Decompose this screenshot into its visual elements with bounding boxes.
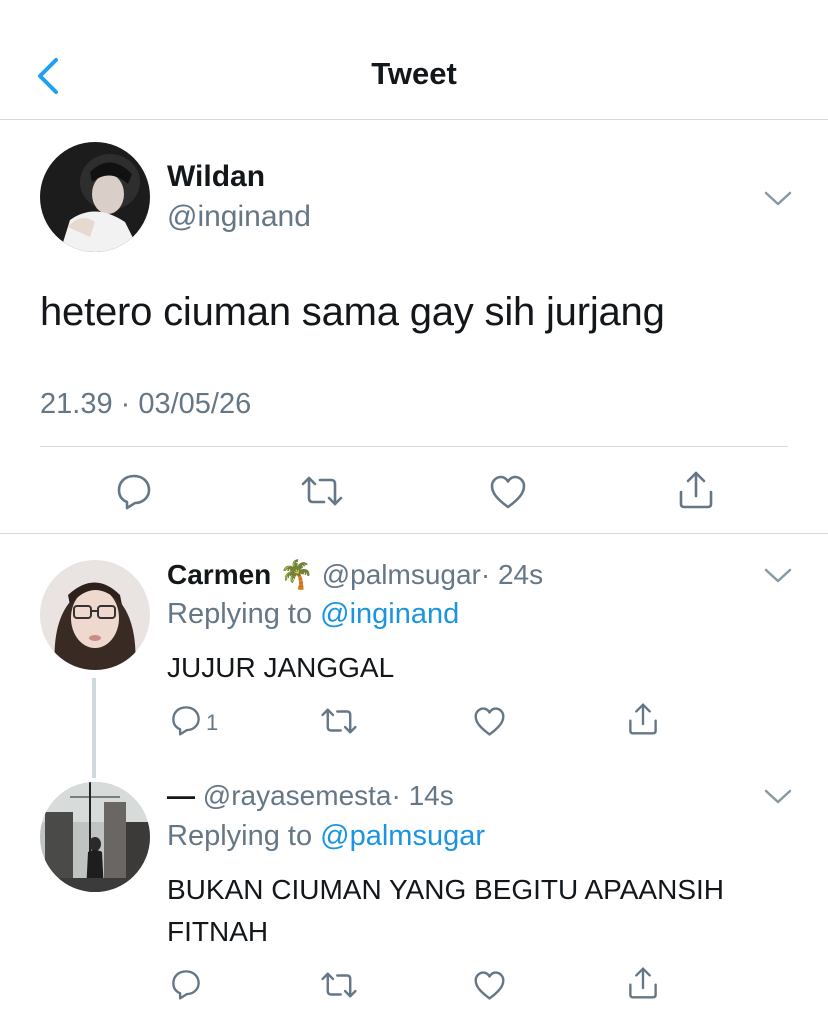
reply-header: Carmen 🌴 @palmsugar· 24s: [167, 558, 543, 591]
reply-text: BUKAN CIUMAN YANG BEGITU APAANSIH FITNAH: [167, 874, 725, 947]
reply-icon: [172, 970, 200, 1000]
reply-icon: [117, 474, 151, 510]
share-icon: [629, 967, 657, 999]
palm-tree-emoji: 🌴: [279, 559, 314, 590]
tweet-menu-button[interactable]: [763, 188, 793, 208]
replying-to-link[interactable]: @palmsugar: [320, 820, 485, 852]
tweet-menu-button[interactable]: [763, 565, 793, 585]
reply-time: · 24s: [480, 559, 544, 590]
thread-connector: [92, 678, 96, 778]
divider: [0, 533, 828, 534]
like-button[interactable]: [473, 970, 506, 1001]
avatar[interactable]: [40, 142, 150, 252]
replying-to-label: Replying to: [167, 598, 313, 630]
author-name[interactable]: Wildan: [167, 160, 265, 194]
like-button[interactable]: [473, 706, 506, 737]
retweet-icon: [321, 708, 357, 734]
chevron-down-icon: [764, 191, 792, 206]
reply-header: — @rayasemesta· 14s: [167, 780, 454, 812]
like-icon: [474, 971, 505, 1000]
retweet-button[interactable]: [320, 706, 358, 736]
share-button[interactable]: [627, 702, 659, 736]
share-icon: [679, 471, 713, 509]
share-button[interactable]: [677, 470, 715, 510]
reply-time: · 14s: [391, 780, 454, 811]
like-icon: [474, 707, 505, 736]
like-icon: [490, 475, 526, 509]
share-button[interactable]: [627, 966, 659, 1000]
avatar[interactable]: [40, 560, 150, 670]
chevron-down-icon: [764, 789, 792, 804]
reply-button[interactable]: [170, 704, 202, 736]
reply-text: JUJUR JANGGAL: [167, 652, 395, 683]
reply-author-name[interactable]: —: [167, 780, 195, 811]
retweet-button[interactable]: [300, 474, 344, 508]
reply-count: 1: [206, 710, 219, 735]
reply-button[interactable]: [115, 472, 153, 510]
reply-icon: [172, 706, 200, 736]
tweet-text: hetero ciuman sama gay sih jurjang: [40, 290, 665, 334]
reply-author-name[interactable]: Carmen: [167, 559, 271, 590]
retweet-button[interactable]: [320, 970, 358, 1000]
reply-author-handle[interactable]: @rayasemesta: [203, 780, 392, 811]
replying-to: Replying to @inginand: [167, 598, 459, 631]
author-handle[interactable]: @inginand: [167, 200, 311, 234]
retweet-icon: [321, 972, 357, 998]
tweet-menu-button[interactable]: [763, 786, 793, 806]
tweet-timestamp[interactable]: 21.39 · 03/05/26: [40, 388, 251, 421]
avatar[interactable]: [40, 782, 150, 892]
share-icon: [629, 703, 657, 735]
reply-author-handle[interactable]: @palmsugar: [322, 559, 481, 590]
nav-header: Tweet: [0, 0, 828, 120]
replying-to-label: Replying to: [167, 820, 313, 852]
reply-button[interactable]: [170, 968, 202, 1000]
retweet-icon: [301, 476, 343, 506]
page-title: Tweet: [371, 56, 457, 91]
like-button[interactable]: [489, 474, 527, 510]
chevron-down-icon: [764, 568, 792, 583]
replying-to-link[interactable]: @inginand: [320, 598, 459, 630]
replying-to: Replying to @palmsugar: [167, 820, 485, 853]
divider: [40, 446, 788, 447]
